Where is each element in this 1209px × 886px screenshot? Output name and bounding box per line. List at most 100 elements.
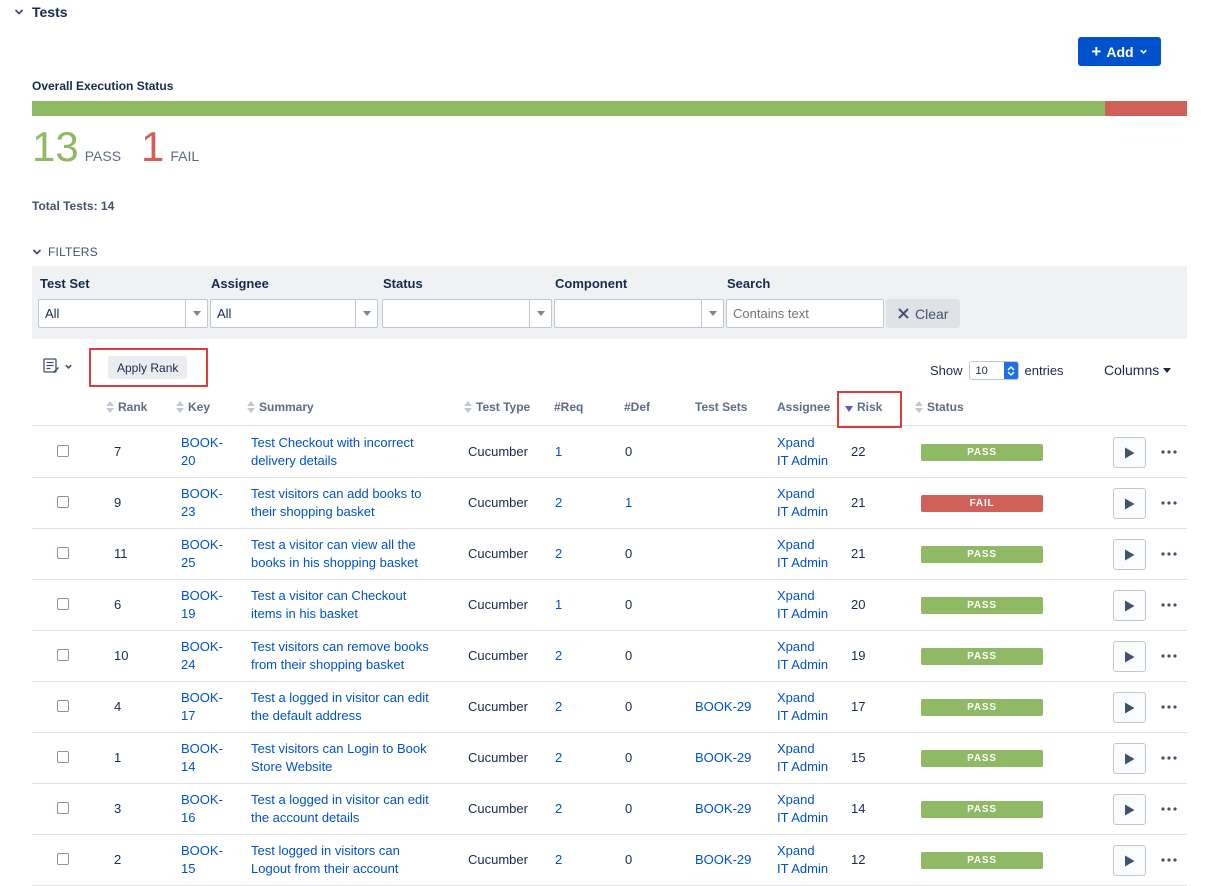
row-summary-line1: Test visitors can remove books	[251, 639, 429, 654]
row-summary-link[interactable]: Test a logged in visitor can edit the ac…	[251, 791, 429, 827]
row-test-sets-link[interactable]: BOOK-29	[695, 800, 751, 818]
column-assignee[interactable]: Assignee	[777, 400, 830, 414]
row-key-link[interactable]: BOOK- 25	[181, 536, 223, 572]
run-test-button[interactable]	[1113, 539, 1146, 570]
row-assignee-link[interactable]: Xpand IT Admin	[777, 740, 828, 776]
row-checkbox[interactable]	[57, 496, 69, 508]
row-key-link[interactable]: BOOK- 16	[181, 791, 223, 827]
status-badge: PASS	[921, 801, 1043, 818]
row-key-link[interactable]: BOOK- 15	[181, 842, 223, 878]
column-chooser-toggle[interactable]	[43, 358, 73, 374]
column-test-type[interactable]: Test Type	[464, 400, 530, 414]
run-test-button[interactable]	[1113, 590, 1146, 621]
row-key-link[interactable]: BOOK- 14	[181, 740, 223, 776]
run-test-button[interactable]	[1113, 692, 1146, 723]
row-assignee-link[interactable]: Xpand IT Admin	[777, 689, 828, 725]
component-select[interactable]	[554, 299, 724, 328]
row-req-link[interactable]: 2	[555, 545, 562, 563]
row-summary-link[interactable]: Test a visitor can Checkout items in his…	[251, 587, 406, 623]
column-def[interactable]: #Def	[624, 400, 650, 414]
row-key-link[interactable]: BOOK- 23	[181, 485, 223, 521]
row-summary-link[interactable]: Test Checkout with incorrect delivery de…	[251, 434, 414, 470]
row-checkbox[interactable]	[57, 598, 69, 610]
row-checkbox[interactable]	[57, 649, 69, 661]
run-test-button[interactable]	[1113, 743, 1146, 774]
row-def[interactable]: 1	[625, 494, 632, 512]
more-actions-button[interactable]	[1160, 494, 1178, 512]
row-summary-link[interactable]: Test visitors can add books to their sho…	[251, 485, 422, 521]
row-summary-link[interactable]: Test visitors can Login to Book Store We…	[251, 740, 427, 776]
row-test-sets-link[interactable]: BOOK-29	[695, 851, 751, 869]
more-actions-button[interactable]	[1160, 800, 1178, 818]
search-input[interactable]	[726, 299, 884, 328]
row-assignee-link[interactable]: Xpand IT Admin	[777, 791, 828, 827]
more-actions-button[interactable]	[1160, 596, 1178, 614]
test-set-select[interactable]: All	[38, 299, 208, 328]
row-req-link[interactable]: 2	[555, 647, 562, 665]
filter-assignee-label: Assignee	[211, 276, 269, 291]
column-status[interactable]: Status	[915, 400, 964, 414]
row-key-link[interactable]: BOOK- 19	[181, 587, 223, 623]
clear-button[interactable]: Clear	[886, 299, 961, 328]
row-test-sets-link[interactable]: BOOK-29	[695, 749, 751, 767]
row-summary-link[interactable]: Test logged in visitors can Logout from …	[251, 842, 400, 878]
column-rank[interactable]: Rank	[106, 400, 147, 414]
more-actions-button[interactable]	[1160, 749, 1178, 767]
row-req-link[interactable]: 1	[555, 443, 562, 461]
row-checkbox[interactable]	[57, 700, 69, 712]
row-key-link[interactable]: BOOK- 17	[181, 689, 223, 725]
entries-select[interactable]: 10	[968, 361, 1019, 380]
assignee-select[interactable]: All	[210, 299, 378, 328]
column-key[interactable]: Key	[176, 400, 210, 414]
row-summary-link[interactable]: Test a visitor can view all the books in…	[251, 536, 418, 572]
row-req-link[interactable]: 2	[555, 749, 562, 767]
row-summary-line2: the account details	[251, 810, 360, 825]
row-summary-link[interactable]: Test a logged in visitor can edit the de…	[251, 689, 429, 725]
row-assignee-link[interactable]: Xpand IT Admin	[777, 587, 828, 623]
row-checkbox[interactable]	[57, 802, 69, 814]
row-key-link[interactable]: BOOK- 24	[181, 638, 223, 674]
run-test-button[interactable]	[1113, 641, 1146, 672]
filters-label: FILTERS	[48, 245, 98, 259]
apply-rank-button[interactable]: Apply Rank	[108, 356, 188, 379]
add-button[interactable]: + Add	[1078, 37, 1161, 66]
column-summary[interactable]: Summary	[247, 400, 314, 414]
more-actions-button[interactable]	[1160, 647, 1178, 665]
filters-toggle[interactable]: FILTERS	[32, 245, 98, 259]
row-assignee-link[interactable]: Xpand IT Admin	[777, 485, 828, 521]
row-key-link[interactable]: BOOK- 20	[181, 434, 223, 470]
tests-section-toggle[interactable]: Tests	[12, 4, 68, 20]
run-test-button[interactable]	[1113, 794, 1146, 825]
row-req-link[interactable]: 1	[555, 596, 562, 614]
column-req[interactable]: #Req	[554, 400, 583, 414]
row-checkbox[interactable]	[57, 751, 69, 763]
run-test-button[interactable]	[1113, 437, 1146, 468]
row-req-link[interactable]: 2	[555, 851, 562, 869]
row-assignee-line2: IT Admin	[777, 453, 829, 468]
row-req-link[interactable]: 2	[555, 800, 562, 818]
columns-button[interactable]: Columns	[1104, 362, 1172, 378]
row-summary-link[interactable]: Test visitors can remove books from thei…	[251, 638, 429, 674]
row-assignee-line2: IT Admin	[777, 504, 829, 519]
row-assignee-link[interactable]: Xpand IT Admin	[777, 536, 828, 572]
run-test-button[interactable]	[1113, 845, 1146, 876]
row-req-link[interactable]: 2	[555, 494, 562, 512]
column-test-sets[interactable]: Test Sets	[695, 400, 747, 414]
row-checkbox[interactable]	[57, 445, 69, 457]
status-select[interactable]	[382, 299, 552, 328]
more-actions-button[interactable]	[1160, 545, 1178, 563]
row-risk: 15	[851, 750, 866, 765]
more-actions-button[interactable]	[1160, 698, 1178, 716]
row-assignee-link[interactable]: Xpand IT Admin	[777, 434, 828, 470]
run-test-button[interactable]	[1113, 488, 1146, 519]
chevron-down-icon	[65, 364, 72, 369]
row-assignee-link[interactable]: Xpand IT Admin	[777, 638, 828, 674]
row-assignee-link[interactable]: Xpand IT Admin	[777, 842, 828, 878]
row-checkbox[interactable]	[57, 547, 69, 559]
row-checkbox[interactable]	[57, 853, 69, 865]
more-actions-button[interactable]	[1160, 851, 1178, 869]
row-test-sets-link[interactable]: BOOK-29	[695, 698, 751, 716]
more-actions-button[interactable]	[1160, 443, 1178, 461]
row-def: 0	[625, 801, 633, 816]
row-req-link[interactable]: 2	[555, 698, 562, 716]
